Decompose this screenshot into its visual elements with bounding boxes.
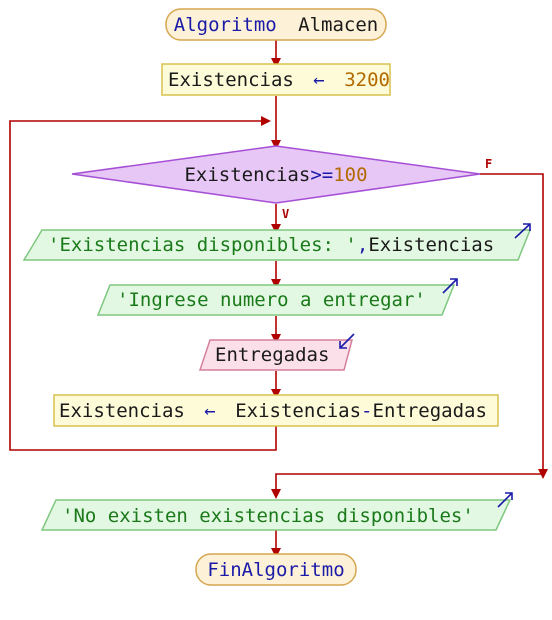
assign-arrow-icon: ←: [313, 69, 324, 91]
output1-string: 'Existencias disponibles: ': [48, 234, 357, 256]
assign-node-initial[interactable]: Existencias ← 3200: [161, 63, 391, 96]
assign1-value: 3200: [344, 69, 390, 91]
false-branch-line: [480, 173, 548, 479]
end-node[interactable]: FinAlgoritmo: [195, 553, 357, 586]
output1-comma: ,: [357, 234, 368, 256]
svg-text:Existencias ← Exis: Existencias ← Existencias-Entregadas: [59, 400, 487, 422]
output-node-no-existen[interactable]: 'No existen existencias disponibles': [40, 492, 513, 531]
input-var: Entregadas: [215, 344, 329, 366]
svg-text:'Existencias disponibles: ',Ex: 'Existencias disponibles: ',Existencias: [48, 234, 494, 256]
output1-var: Existencias: [368, 234, 494, 256]
assign2-expr-b: Entregadas: [373, 400, 487, 422]
decision-var: Existencias: [184, 164, 310, 186]
svg-text:Existencias>=100: Existencias>=100: [184, 164, 367, 186]
flowchart: Algoritmo Almacen Existencias ← 3200 Exi…: [9, 8, 548, 586]
arrow-join-to-output3: [271, 473, 543, 499]
assign2-expr-a: Existencias: [235, 400, 361, 422]
output2-string: 'Ingrese numero a entregar': [117, 289, 426, 311]
assign2-var: Existencias: [59, 400, 185, 422]
false-branch-label: F: [485, 157, 492, 171]
assign2-minus: -: [361, 400, 372, 422]
decision-value: 100: [333, 164, 367, 186]
start-node[interactable]: Algoritmo Almacen: [165, 8, 387, 41]
start-name: Almacen: [298, 14, 378, 36]
true-branch-label: V: [282, 207, 289, 221]
decision-operator: >=: [310, 164, 333, 186]
input-node-entregadas[interactable]: Entregadas: [198, 333, 355, 371]
assign1-var: Existencias: [168, 69, 294, 91]
decision-node[interactable]: Existencias>=100: [71, 145, 481, 204]
end-keyword: FinAlgoritmo: [207, 559, 344, 581]
svg-text:Existencias ← 3200: Existencias ← 3200: [168, 69, 390, 91]
assign-node-update[interactable]: Existencias ← Existencias-Entregadas: [53, 394, 499, 427]
svg-text:Algoritmo Almacen: Algoritmo Almacen: [174, 14, 378, 36]
assign-arrow-icon: ←: [204, 400, 215, 422]
output-node-existencias[interactable]: 'Existencias disponibles: ',Existencias: [22, 223, 532, 261]
output3-string: 'No existen existencias disponibles': [62, 505, 474, 527]
output-node-ingrese[interactable]: 'Ingrese numero a entregar': [96, 278, 458, 316]
start-keyword: Algoritmo: [174, 14, 277, 36]
